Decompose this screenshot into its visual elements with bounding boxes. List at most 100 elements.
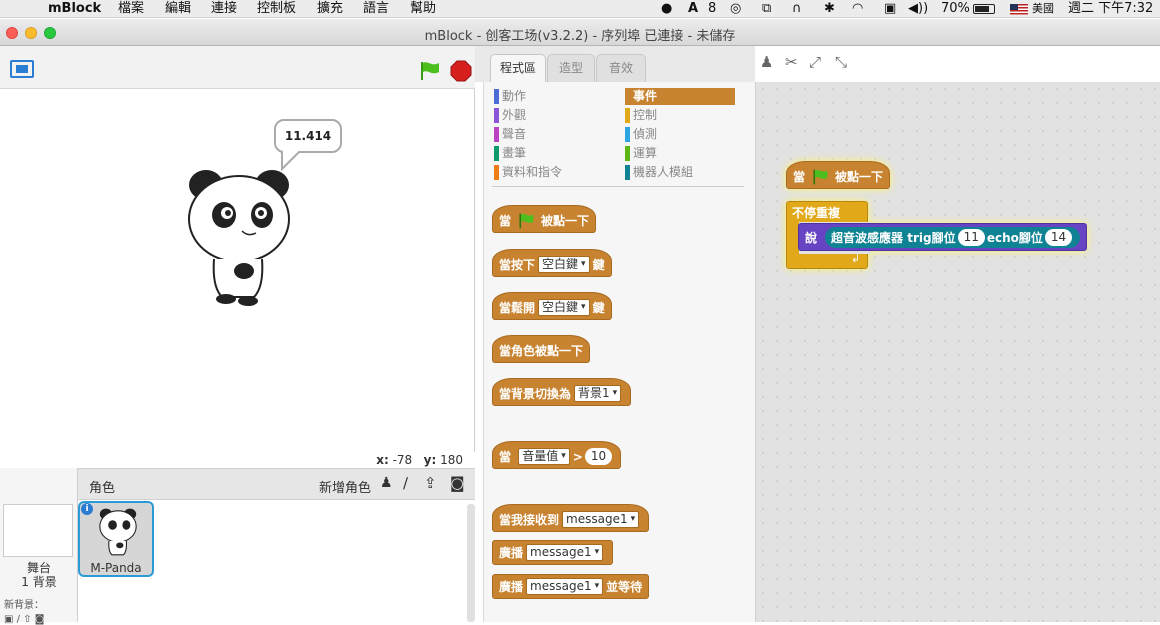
operators-color <box>625 146 630 161</box>
bluetooth-icon[interactable]: ✱ <box>824 0 835 17</box>
fullscreen-icon[interactable] <box>10 60 34 78</box>
clock[interactable]: 週二 下午7:32 <box>1068 0 1153 17</box>
tab-sounds[interactable]: 音效 <box>596 54 646 82</box>
block-broadcast[interactable]: 廣播 message1 <box>492 540 614 565</box>
block-when-sprite-clicked[interactable]: 當角色被點一下 <box>492 335 591 363</box>
menu-language[interactable]: 語言 <box>363 0 389 17</box>
stop-icon[interactable] <box>450 60 472 82</box>
script-area[interactable]: 當 被點一下 不停重複 ↲ 說 超音波感應器 trig腳位 11 echo腳位 … <box>755 82 1160 622</box>
sensor-dropdown[interactable]: 音量值 <box>518 448 570 465</box>
duplicate-icon[interactable]: ♟ <box>760 53 773 71</box>
menu-help[interactable]: 幫助 <box>410 0 436 17</box>
robots-color <box>625 165 630 180</box>
volume-icon[interactable]: ◀)) <box>908 0 928 17</box>
block-palette: 動作 外觀 聲音 畫筆 資料和指令 事件 控制 偵測 運算 機器人模組 當 被點… <box>483 82 755 622</box>
battery-icon[interactable] <box>973 4 995 14</box>
menu-bar: mBlock 檔案 編輯 連接 控制板 擴充 語言 幫助 ● A 8 ◎ ⧉ ∩… <box>0 0 1160 18</box>
info-icon[interactable]: i <box>81 503 93 515</box>
category-control[interactable]: 控制 <box>625 107 735 124</box>
category-data[interactable]: 資料和指令 <box>494 164 604 181</box>
category-robots[interactable]: 機器人模組 <box>625 164 735 181</box>
block-broadcast-and-wait[interactable]: 廣播 message1 並等待 <box>492 574 650 599</box>
creative-cloud-icon[interactable]: ◎ <box>730 0 741 17</box>
stage[interactable]: 11.414 <box>0 89 475 452</box>
y-value: 180 <box>440 453 463 467</box>
title-bar: mBlock - 创客工场(v3.2.2) - 序列埠 已連接 - 未儲存 <box>0 19 1160 46</box>
shrink-icon[interactable]: ⤡ <box>835 53 847 71</box>
backdrop-dropdown[interactable]: 背景1 <box>574 385 622 402</box>
clicked-label: 被點一下 <box>835 170 884 184</box>
input-method[interactable]: 美國 <box>1032 0 1054 17</box>
script-toolbar: ♟ ✂ ⤢ ⤡ <box>755 46 1160 82</box>
receive-label: 當我接收到 <box>499 513 560 527</box>
category-sound[interactable]: 聲音 <box>494 126 604 143</box>
message-dropdown[interactable]: message1 <box>562 511 640 528</box>
script-say-block[interactable]: 說 超音波感應器 trig腳位 11 echo腳位 14 <box>798 223 1088 251</box>
wifi-icon[interactable]: ◠ <box>852 0 863 17</box>
key-dropdown[interactable]: 空白鍵 <box>538 256 590 273</box>
panda-thumbnail <box>99 508 137 556</box>
category-pen[interactable]: 畫筆 <box>494 145 604 162</box>
headphones-icon[interactable]: ∩ <box>792 0 802 17</box>
cut-icon[interactable]: ✂ <box>785 53 798 71</box>
menu-boards[interactable]: 控制板 <box>257 0 296 17</box>
pen-color <box>494 146 499 161</box>
trig-pin-input[interactable]: 11 <box>957 228 985 246</box>
key-dropdown[interactable]: 空白鍵 <box>538 299 590 316</box>
paint-brush-icon[interactable]: ∕ <box>403 474 408 492</box>
tab-costumes[interactable]: 造型 <box>547 54 595 82</box>
backdrop-count: 1 背景 <box>21 575 57 589</box>
clicked-label: 被點一下 <box>541 214 590 228</box>
threshold-input[interactable]: 10 <box>584 448 613 465</box>
echo-pin-input[interactable]: 14 <box>1044 228 1073 246</box>
message-dropdown[interactable]: message1 <box>526 578 604 595</box>
green-flag-icon[interactable] <box>419 60 441 82</box>
loop-arrow-icon: ↲ <box>851 252 861 265</box>
palette-divider <box>492 186 744 187</box>
sprite-scrollbar[interactable] <box>467 504 475 622</box>
sprite-tile[interactable]: i M-Panda <box>78 501 154 577</box>
sensing-color <box>625 127 630 142</box>
us-flag-icon[interactable] <box>1010 4 1028 15</box>
block-when-backdrop-switches[interactable]: 當背景切換為 背景1 <box>492 378 632 406</box>
ultrasonic-reporter[interactable]: 超音波感應器 trig腳位 11 echo腳位 14 <box>825 226 1081 248</box>
menu-connect[interactable]: 連接 <box>211 0 237 17</box>
block-when-sensor-greater[interactable]: 當 音量值 > 10 <box>492 441 622 469</box>
sprite-header: 角色 新增角色 ♟ ∕ ⇪ ◙ <box>78 468 475 500</box>
upload-icon[interactable]: ⇪ <box>424 474 437 492</box>
app-menu[interactable]: mBlock <box>48 0 101 17</box>
message-dropdown[interactable]: message1 <box>526 544 604 561</box>
category-events[interactable]: 事件 <box>625 88 735 105</box>
menu-edit[interactable]: 編輯 <box>165 0 191 17</box>
tab-scripts[interactable]: 程式區 <box>490 54 546 82</box>
menu-file[interactable]: 檔案 <box>118 0 144 17</box>
adobe-icon[interactable]: A <box>688 0 698 17</box>
key-suffix: 鍵 <box>592 301 605 315</box>
new-backdrop-icons[interactable]: ▣ ∕ ⇧ ◙ <box>4 614 44 625</box>
grow-icon[interactable]: ⤢ <box>809 53 821 71</box>
sprite-library-icon[interactable]: ♟ <box>380 475 393 491</box>
category-looks[interactable]: 外觀 <box>494 107 604 124</box>
motion-color <box>494 89 499 104</box>
script-when-flag-clicked[interactable]: 當 被點一下 <box>786 161 891 189</box>
menu-extensions[interactable]: 擴充 <box>317 0 343 17</box>
mouse-coordinates: x: -78 y: 180 <box>0 452 475 468</box>
lock-icon[interactable]: ▣ <box>884 0 896 17</box>
window-icon[interactable]: ⧉ <box>762 0 771 17</box>
block-when-flag-clicked[interactable]: 當 被點一下 <box>492 205 597 233</box>
camera-icon[interactable]: ◙ <box>450 474 465 492</box>
moon-icon[interactable]: ● <box>661 0 672 17</box>
stage-thumbnail[interactable] <box>3 504 73 557</box>
say-label: 說 <box>805 230 818 245</box>
block-when-key-pressed[interactable]: 當按下 空白鍵 鍵 <box>492 249 612 277</box>
block-when-receive[interactable]: 當我接收到 message1 <box>492 504 650 532</box>
category-sensing[interactable]: 偵測 <box>625 126 735 143</box>
category-motion[interactable]: 動作 <box>494 88 604 105</box>
script-stack[interactable]: 當 被點一下 不停重複 ↲ 說 超音波感應器 trig腳位 11 echo腳位 … <box>786 161 1102 273</box>
block-when-key-released[interactable]: 當鬆開 空白鍵 鍵 <box>492 292 612 320</box>
panda-sprite[interactable] <box>184 167 294 307</box>
backdrop-switch-label: 當背景切換為 <box>499 387 572 401</box>
broadcast-label: 廣播 <box>499 580 524 594</box>
category-operators[interactable]: 運算 <box>625 145 735 162</box>
sprite-list: i M-Panda <box>78 500 475 622</box>
